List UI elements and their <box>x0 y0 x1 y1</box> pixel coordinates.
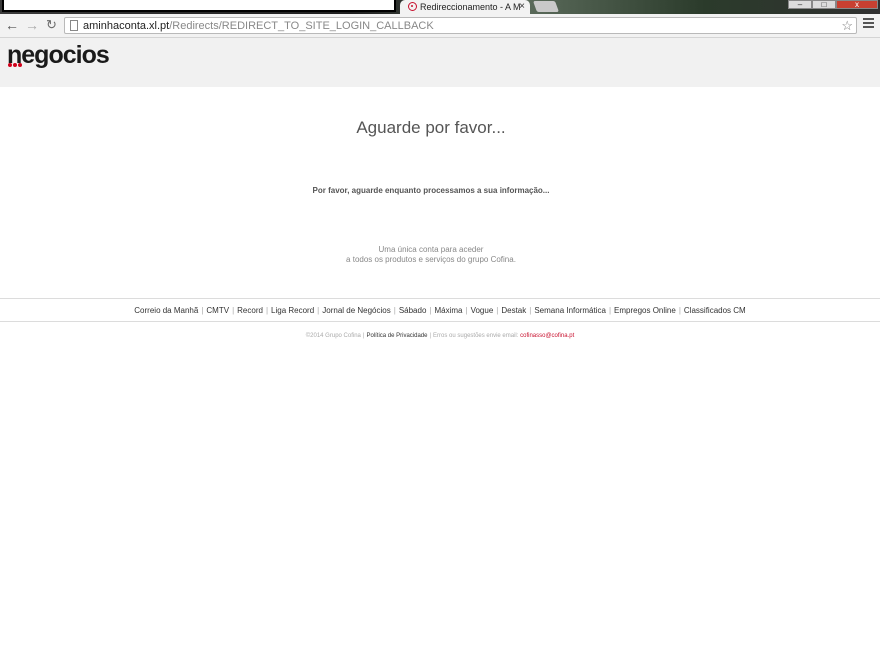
footer-separator: | <box>201 306 204 315</box>
page-title: Aguarde por favor... <box>356 118 506 137</box>
footer-link[interactable]: Sábado <box>399 306 427 315</box>
new-tab-button[interactable] <box>532 1 560 12</box>
footer-separator: | <box>232 306 235 315</box>
maximize-button[interactable]: □ <box>812 0 836 9</box>
tab-title: Redireccionamento - A M <box>420 2 521 12</box>
site-favicon-icon <box>408 2 417 11</box>
window-close-button[interactable]: x <box>836 0 878 9</box>
footer-link[interactable]: CMTV <box>206 306 229 315</box>
tab-close-icon[interactable]: × <box>519 0 525 14</box>
footer-separator: | <box>429 306 432 315</box>
tagline-line-2: a todos os produtos e serviços do grupo … <box>346 255 516 264</box>
footer-link[interactable]: Jornal de Negócios <box>322 306 390 315</box>
footer-divider <box>0 298 880 299</box>
footer-divider-bottom <box>0 321 880 322</box>
negocios-logo[interactable]: negocios <box>7 42 110 68</box>
redacted-area <box>2 0 396 12</box>
footer-link[interactable]: Record <box>237 306 263 315</box>
footer-separator: | <box>608 306 612 315</box>
footer-link[interactable]: Correio da Manhã <box>134 306 198 315</box>
footer-link[interactable]: Máxima <box>434 306 462 315</box>
footer-link[interactable]: Vogue <box>471 306 494 315</box>
url-path: /Redirects/REDIRECT_TO_SITE_LOGIN_CALLBA… <box>169 20 434 32</box>
menu-icon[interactable] <box>863 18 874 30</box>
footer-separator: | <box>317 306 320 315</box>
footer-link[interactable]: Classificados CM <box>684 306 746 315</box>
footer-link[interactable]: Empregos Online <box>614 306 676 315</box>
footer-separator: | <box>496 306 499 315</box>
url-text[interactable]: aminhaconta.xl.pt/Redirects/REDIRECT_TO_… <box>83 19 434 33</box>
footer-links: Correio da Manhã | CMTV | Record | Liga Record… <box>0 306 880 315</box>
tagline-line-1: Uma única conta para aceder <box>378 245 484 254</box>
copyright-text: ©2014 Grupo Cofina <box>305 333 361 339</box>
minimize-button[interactable]: – <box>788 0 812 9</box>
privacy-link[interactable]: Política de Privacidade <box>366 333 427 339</box>
window-controls: – □ x <box>788 0 878 9</box>
footer-separator: | <box>265 306 269 315</box>
processing-message: Por favor, aguarde enquanto processamos … <box>312 186 550 195</box>
logo-dots-icon <box>8 63 22 67</box>
url-host: aminhaconta.xl.pt <box>83 20 170 32</box>
footer-link[interactable]: Semana Informática <box>534 306 606 315</box>
copyright-bar: ©2014 Grupo Cofina | Política de Privacida… <box>305 333 575 339</box>
reload-icon[interactable]: ↻ <box>46 17 57 33</box>
browser-tab[interactable]: Redireccionamento - A M × <box>400 0 530 14</box>
back-arrow-icon[interactable]: ← <box>5 17 19 33</box>
site-header: negocios <box>0 38 880 87</box>
email-link[interactable]: cofinasso@cofina.pt <box>520 333 574 339</box>
bookmark-star-icon[interactable]: ☆ <box>841 18 853 33</box>
forward-arrow-icon[interactable]: → <box>25 17 39 33</box>
suggestions-text: Erros ou sugestões envie email: <box>433 333 519 339</box>
footer-separator: | <box>678 306 681 315</box>
footer-link[interactable]: Liga Record <box>271 306 314 315</box>
footer-separator: | <box>529 306 532 315</box>
footer-link[interactable]: Destak <box>501 306 526 315</box>
footer-separator: | <box>393 306 396 315</box>
page-icon <box>70 20 78 31</box>
tagline: Uma única conta para aceder a todos os p… <box>0 245 862 265</box>
browser-toolbar: ← → ↻ aminhaconta.xl.pt/Redirects/REDIRE… <box>0 14 880 38</box>
address-bar[interactable]: aminhaconta.xl.pt/Redirects/REDIRECT_TO_… <box>64 17 857 34</box>
footer-separator: | <box>465 306 468 315</box>
